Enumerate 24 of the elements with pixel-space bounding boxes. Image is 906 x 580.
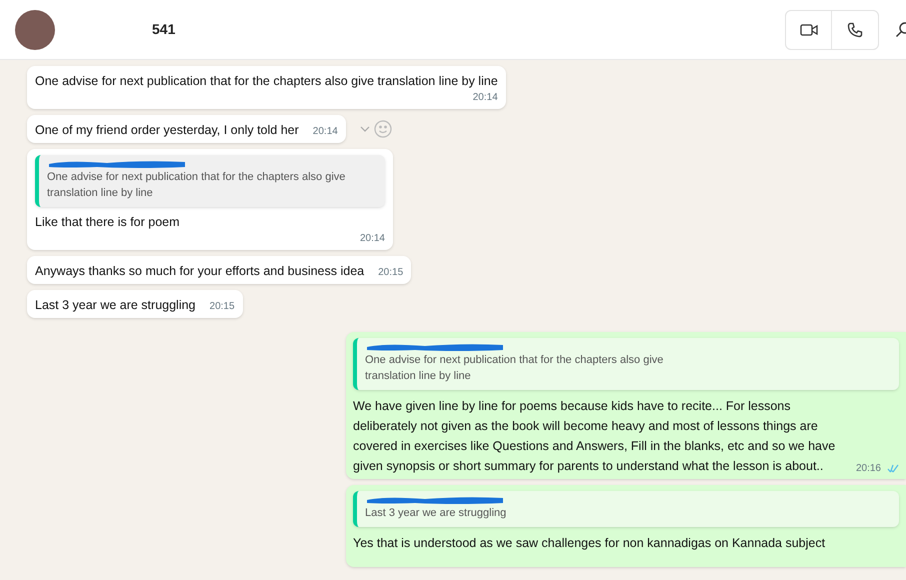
quoted-message[interactable]: One advise for next publication that for the chapters also give translation line by line (353, 338, 899, 390)
message-text: One of my friend order yesterday, I only told her (35, 122, 299, 139)
quoted-text: Last 3 year we are struggling (365, 506, 508, 521)
search-icon[interactable] (895, 22, 906, 38)
message-time: 20:14 (360, 232, 385, 246)
contact-name: 541 (152, 20, 176, 39)
message-time: 20:14 (472, 91, 498, 105)
video-camera-icon (800, 22, 818, 36)
message-text: Last 3 year we are struggling (35, 297, 196, 314)
quoted-message[interactable]: One advise for next publication that for the chapters also give translation line by line (35, 155, 385, 207)
phone-icon (847, 22, 863, 38)
message-text: One advise for next publication that for the chapters also give translation line by line (35, 73, 498, 90)
message-time: 20:16 (856, 462, 881, 476)
message-time: 20:15 (378, 266, 404, 280)
avatar[interactable] (15, 10, 55, 50)
quoted-text: One advise for next publication that for the chapters also give translation line by line (47, 170, 346, 201)
message-time: 20:14 (312, 125, 338, 139)
quoted-message[interactable]: Last 3 year we are struggling (353, 491, 899, 527)
message-text: Yes that is understood as we saw challenges for non kannadigas on Kannada subject (353, 535, 826, 552)
message-text: Anyways thanks so much for your efforts and business idea (35, 263, 364, 280)
message-text: Like that there is for poem (35, 214, 181, 231)
message-time: 20:15 (210, 300, 235, 314)
message-text: We have given line by line for poems because kids have to recite... For lessons deliberately not given as the book will become heavy and most of lessons things are covered in exercises like Questions and Answers, Fill in the blanks, etc and so we have given synopsis or short summary for parents to understand what the lesson is about.. (353, 398, 836, 475)
quoted-text: One advise for next publication that for the chapters also give translation line by line (365, 353, 664, 384)
